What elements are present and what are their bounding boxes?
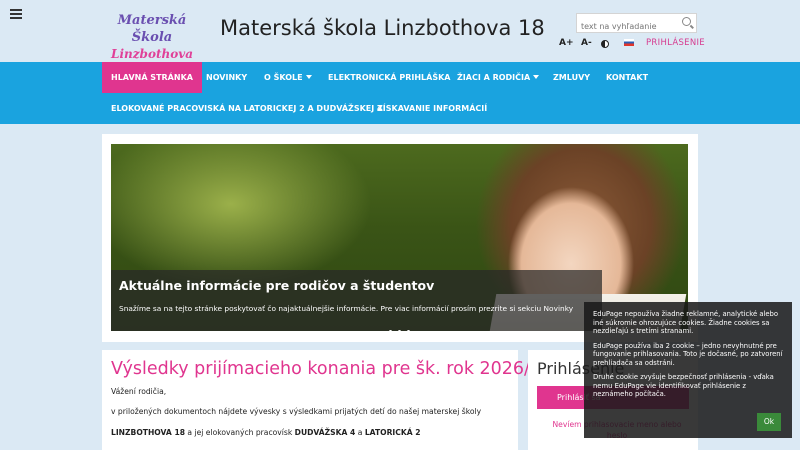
slider-dot[interactable] xyxy=(398,330,401,333)
cookie-banner: EduPage nepoužíva žiadne reklamné, analy… xyxy=(584,302,792,438)
nav-label: ZÍSKAVANIE INFORMÁCIÍ xyxy=(377,104,488,113)
caret-down-icon xyxy=(305,75,312,79)
nav-item-detached-workplaces[interactable]: ELOKOVANÉ PRACOVISKÁ NA LATORICKEJ 2 A D… xyxy=(102,93,392,124)
contrast-icon[interactable] xyxy=(601,40,609,48)
article: Výsledky prijímacieho konania pre šk. ro… xyxy=(102,350,552,450)
caret-down-icon xyxy=(533,75,540,79)
nav-label: ZMLUVY xyxy=(553,73,591,82)
location-b: LATORICKÁ 2 xyxy=(364,428,421,437)
nav-item-information[interactable]: ZÍSKAVANIE INFORMÁCIÍ xyxy=(368,93,496,124)
nav-item-news[interactable]: NOVINKY xyxy=(197,62,256,93)
cookie-text-3: Druhé cookie zvyšuje bezpečnosť prihláse… xyxy=(593,373,774,398)
slider-dot[interactable] xyxy=(407,330,410,333)
nav-item-about[interactable]: O ŠKOLE xyxy=(255,62,321,93)
cookie-ok-button[interactable]: Ok xyxy=(757,413,781,431)
location-a: DUDVÁŽSKA 4 xyxy=(294,428,356,437)
school-name: LINZBOTHOVA 18 xyxy=(111,428,186,437)
slider-text: Snažíme sa na tejto stránke poskytovať č… xyxy=(119,304,574,313)
search-box xyxy=(576,13,697,36)
site-title[interactable]: Materská škola Linzbothova 18 xyxy=(220,16,545,40)
article-locations: LINZBOTHOVA 18 a jej elokovaných pracoví… xyxy=(111,428,421,437)
nav-label: KONTAKT xyxy=(606,73,649,82)
text: a jej elokovaných pracovísk xyxy=(185,428,295,437)
nav-item-contact[interactable]: KONTAKT xyxy=(597,62,657,93)
search-input[interactable] xyxy=(577,17,677,36)
school-logo[interactable]: Materská Škola Linzbothova xyxy=(106,12,198,61)
header: Materská Škola Linzbothova Materská škol… xyxy=(0,0,800,62)
nav-item-home[interactable]: HLAVNÁ STRÁNKA xyxy=(102,62,202,93)
font-increase-button[interactable]: A+ xyxy=(559,38,574,48)
search-icon[interactable] xyxy=(682,17,691,26)
nav-label: ELOKOVANÉ PRACOVISKÁ NA LATORICKEJ 2 A D… xyxy=(111,104,383,113)
cookie-text-1: EduPage nepoužíva žiadne reklamné, analy… xyxy=(593,310,779,335)
nav-label: ELEKTRONICKÁ PRIHLÁŠKA xyxy=(328,73,451,82)
logo-line1: Materská Škola xyxy=(117,13,187,45)
nav-item-contracts[interactable]: ZMLUVY xyxy=(544,62,599,93)
text: a xyxy=(355,428,365,437)
nav-label: ŽIACI A RODIČIA xyxy=(457,73,531,82)
nav-item-parents[interactable]: ŽIACI A RODIČIA xyxy=(448,62,548,93)
cookie-text-2: EduPage používa iba 2 cookie – jedno nev… xyxy=(593,341,783,367)
slovak-flag-icon[interactable] xyxy=(624,39,634,46)
nav-label: HLAVNÁ STRÁNKA xyxy=(111,73,193,82)
nav-label: NOVINKY xyxy=(206,73,248,82)
slider-dots xyxy=(389,318,416,337)
slider-dot[interactable] xyxy=(389,330,392,333)
article-greeting: Vážení rodičia, xyxy=(111,387,167,396)
article-body: v priložených dokumentoch nájdete vývesk… xyxy=(111,407,482,416)
article-title[interactable]: Výsledky prijímacieho konania pre šk. ro… xyxy=(111,359,552,379)
login-link[interactable]: PRIHLÁSENIE xyxy=(646,38,705,48)
font-decrease-button[interactable]: A- xyxy=(581,38,592,48)
logo-line2: Linzbothova xyxy=(111,47,193,61)
main-navigation: HLAVNÁ STRÁNKA NOVINKY O ŠKOLE ELEKTRONI… xyxy=(0,62,800,124)
nav-item-application[interactable]: ELEKTRONICKÁ PRIHLÁŠKA xyxy=(319,62,460,93)
slider-title: Aktuálne informácie pre rodičov a študen… xyxy=(119,278,435,293)
nav-label: O ŠKOLE xyxy=(264,73,303,82)
